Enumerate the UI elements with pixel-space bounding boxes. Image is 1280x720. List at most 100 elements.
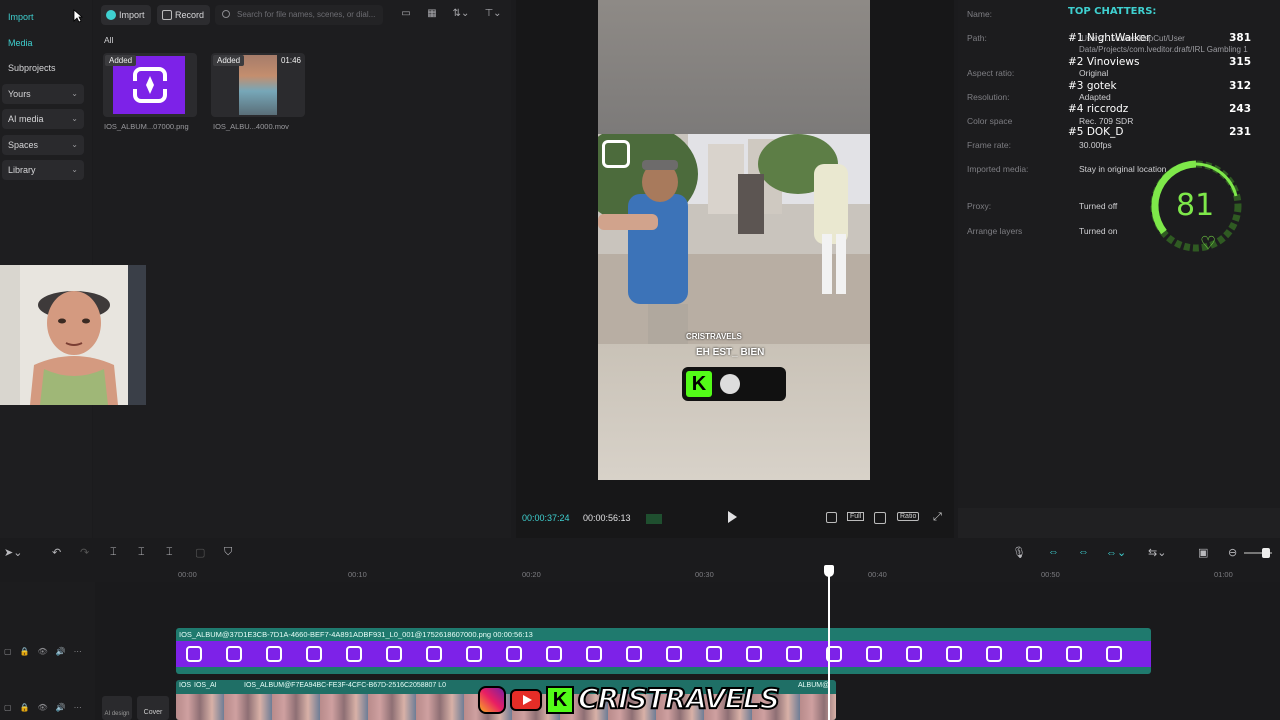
brand-name: CRISTRAVELS bbox=[577, 681, 781, 716]
chatter-count: 381 bbox=[1229, 32, 1251, 44]
detail-value[interactable]: Turned off bbox=[1079, 201, 1117, 211]
chatter-name: Vinoviews bbox=[1086, 56, 1140, 68]
chatter-count: 315 bbox=[1229, 56, 1251, 68]
media-item[interactable]: Added bbox=[103, 53, 197, 117]
select-tool-icon[interactable]: ➤⌄ bbox=[4, 546, 22, 559]
clip-frame-logo-icon bbox=[1106, 646, 1122, 662]
sidebar-item-label: Yours bbox=[8, 89, 31, 99]
full-button[interactable]: Full bbox=[847, 512, 865, 521]
fullscreen-icon[interactable]: ⤢ bbox=[933, 511, 942, 524]
blurred-bottom bbox=[598, 344, 870, 480]
split-left-icon[interactable]: ⌶ bbox=[138, 546, 145, 559]
timeline-ruler[interactable] bbox=[176, 566, 1280, 580]
folder-icon[interactable]: ▭ bbox=[399, 8, 413, 20]
clip-frame-logo-icon bbox=[386, 646, 402, 662]
media-item[interactable]: Added 01:46 bbox=[211, 53, 305, 117]
detail-label: Aspect ratio: bbox=[967, 68, 1015, 78]
shield-icon[interactable]: ⛉ bbox=[224, 546, 232, 559]
delete-icon[interactable]: ▢ bbox=[195, 546, 205, 559]
play-icon[interactable] bbox=[728, 511, 737, 523]
media-item-name: IOS_ALBUM...07000.png bbox=[104, 122, 189, 131]
chatter-entry: #3 gotek bbox=[1068, 80, 1117, 92]
clip-frame-logo-icon bbox=[626, 646, 642, 662]
sidebar-item-subprojects[interactable]: Subprojects bbox=[2, 58, 84, 78]
added-badge: Added bbox=[213, 55, 245, 66]
grid-view-icon[interactable]: ▦ bbox=[425, 8, 439, 20]
search-input[interactable]: Search for file names, scenes, or dial..… bbox=[215, 5, 383, 25]
sidebar-item-library[interactable]: Library ⌄ bbox=[2, 160, 84, 180]
camera-icon bbox=[162, 10, 172, 20]
search-placeholder: Search for file names, scenes, or dial..… bbox=[237, 10, 376, 19]
chatter-name: gotek bbox=[1086, 80, 1117, 92]
fit-icon[interactable]: ▣ bbox=[1198, 546, 1208, 559]
filter-icon[interactable]: ⊤⌄ bbox=[483, 8, 503, 20]
chevron-down-icon: ⌄ bbox=[71, 114, 78, 123]
main-clip[interactable]: IOS_ALBUM@37D1E3CB-7D1A-4660-BEF7-4A891A… bbox=[176, 628, 1151, 674]
video-preview[interactable]: CRISTRAVELS EH EST_ BIEN K bbox=[598, 0, 870, 480]
detail-label: Frame rate: bbox=[967, 140, 1011, 150]
detail-value: Rec. 709 SDR bbox=[1079, 116, 1134, 126]
microphone-icon[interactable]: 🎙 bbox=[1012, 546, 1026, 559]
detail-label: Imported media: bbox=[967, 164, 1029, 174]
detail-value: Adapted bbox=[1079, 92, 1111, 102]
ratio-button[interactable]: Ratio bbox=[897, 512, 920, 521]
split-right-icon[interactable]: ⌶ bbox=[166, 546, 173, 559]
clip-frame-logo-icon bbox=[906, 646, 922, 662]
magnet-icon[interactable]: ⇔ bbox=[1078, 546, 1089, 558]
record-button[interactable]: Record bbox=[157, 5, 211, 25]
chatter-rank: #4 bbox=[1068, 103, 1084, 115]
details-footer bbox=[958, 508, 1280, 538]
sidebar-item-media[interactable]: Media bbox=[2, 33, 84, 53]
tick-label: 00:20 bbox=[522, 570, 541, 579]
track-controls-icon[interactable]: ▢🔒👁🔊⋯ bbox=[4, 647, 90, 656]
sidebar-item-yours[interactable]: Yours ⌄ bbox=[2, 84, 84, 104]
preview-axis-icon[interactable]: ⇆⌄ bbox=[1148, 546, 1166, 559]
clip-frame-logo-icon bbox=[946, 646, 962, 662]
heart-icon: ♡ bbox=[1200, 233, 1217, 253]
youtube-icon bbox=[510, 689, 542, 711]
clip-frame-logo-icon bbox=[266, 646, 282, 662]
chatter-entry: #4 riccrodz bbox=[1068, 103, 1128, 115]
chatter-rank: #2 bbox=[1068, 56, 1084, 68]
import-button[interactable]: Import bbox=[101, 5, 151, 25]
chatter-count: 243 bbox=[1229, 103, 1251, 115]
undo-icon[interactable]: ↶ bbox=[52, 546, 61, 559]
clip-label: IOS_ALBUM@F7EA94BC-FE3F-4CFC-B67D-2516C2… bbox=[244, 682, 447, 689]
tick-label: 00:30 bbox=[695, 570, 714, 579]
playhead[interactable] bbox=[828, 566, 830, 720]
detail-label: Name: bbox=[967, 9, 993, 19]
crop-icon[interactable] bbox=[826, 512, 837, 523]
media-panel: Import Record Search for file names, sce… bbox=[93, 0, 511, 538]
sidebar-item-spaces[interactable]: Spaces ⌄ bbox=[2, 135, 84, 155]
zoom-out-icon[interactable]: ⊖ bbox=[1228, 546, 1237, 559]
zoom-slider-handle[interactable] bbox=[1262, 548, 1270, 558]
chatter-rank: #5 bbox=[1068, 126, 1084, 138]
split-icon[interactable]: ⌶ bbox=[110, 546, 117, 559]
cover-button[interactable]: Cover bbox=[137, 696, 169, 720]
sidebar-item-import[interactable]: Import bbox=[2, 7, 84, 27]
clip-frame-logo-icon bbox=[426, 646, 442, 662]
track-controls-icon[interactable]: ▢🔒👁🔊⋯ bbox=[4, 703, 90, 712]
linkage-icon[interactable]: ⇔⌄ bbox=[1106, 546, 1126, 559]
ai-design-button[interactable]: AI design bbox=[102, 696, 132, 720]
playhead-handle[interactable] bbox=[824, 565, 834, 577]
redo-icon[interactable]: ↷ bbox=[80, 546, 89, 559]
detail-value[interactable]: Turned on bbox=[1079, 226, 1117, 236]
street-scene bbox=[598, 134, 870, 344]
sort-icon[interactable]: ⇅⌄ bbox=[451, 8, 471, 20]
heart-rate-value: 81 bbox=[1176, 188, 1215, 223]
snapshot-icon[interactable] bbox=[874, 512, 886, 524]
tick-label: 00:50 bbox=[1041, 570, 1060, 579]
sidebar-item-ai-media[interactable]: AI media ⌄ bbox=[2, 109, 84, 129]
link-main-icon[interactable]: ⇔ bbox=[1048, 546, 1059, 558]
detail-label: Path: bbox=[967, 33, 987, 43]
clip-frame-logo-icon bbox=[466, 646, 482, 662]
chatter-rank: #3 bbox=[1068, 80, 1084, 92]
clip-frame-logo-icon bbox=[706, 646, 722, 662]
search-icon bbox=[222, 10, 230, 18]
capcut-watermark-icon bbox=[602, 140, 630, 168]
total-time: 00:00:56:13 bbox=[583, 513, 631, 523]
filter-all-tab[interactable]: All bbox=[104, 35, 113, 45]
clip-frame-logo-icon bbox=[666, 646, 682, 662]
detail-label: Proxy: bbox=[967, 201, 992, 211]
